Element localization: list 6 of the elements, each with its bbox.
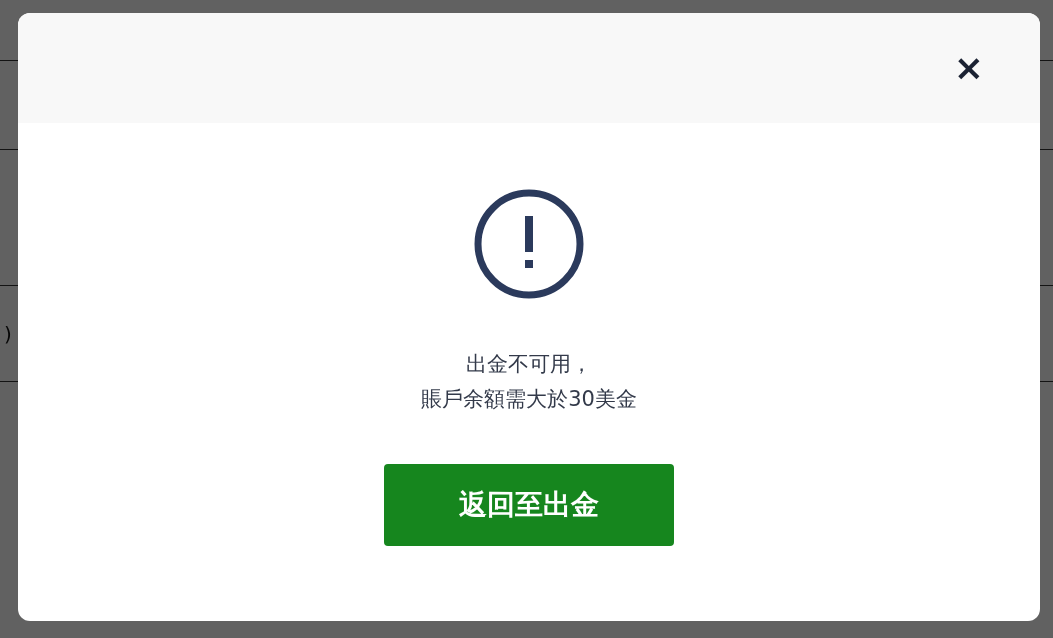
warning-icon [473,188,585,300]
background-text: ) [4,321,12,346]
return-button[interactable]: 返回至出金 [384,464,674,546]
message-text: 出金不可用， [466,351,592,378]
message-text: 賬戶余額需大於30美金 [421,386,637,413]
close-button[interactable]: × [947,50,990,86]
